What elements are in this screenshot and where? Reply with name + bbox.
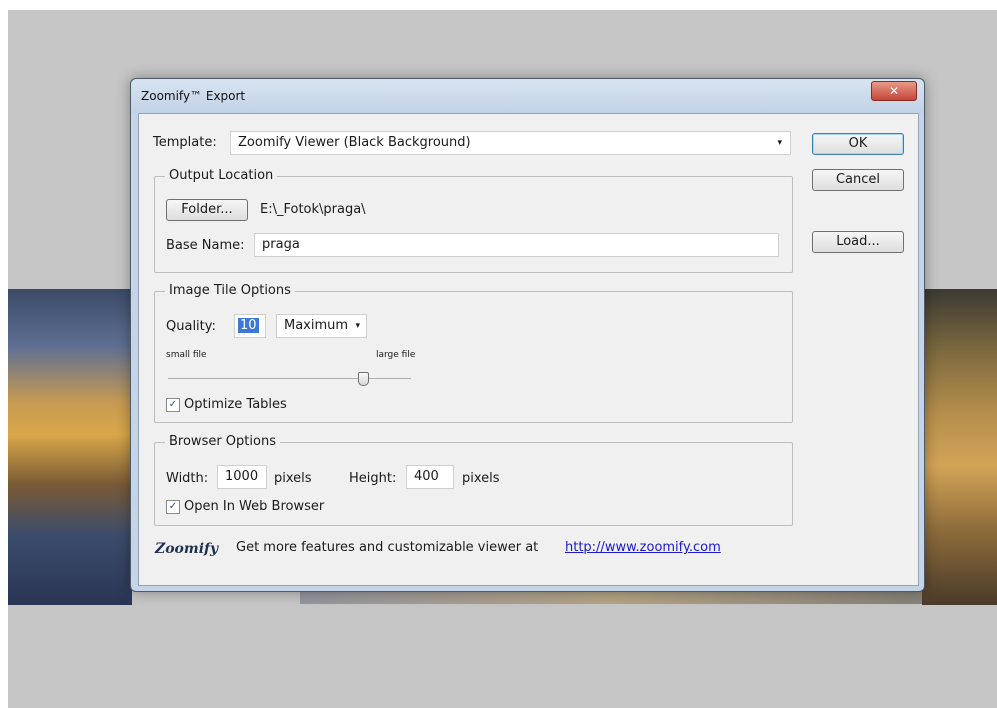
zoomify-export-dialog: Zoomify™ Export ✕ Template: Zoomify View… (130, 78, 925, 592)
quality-slider-track[interactable] (168, 378, 411, 379)
large-file-label: large file (376, 350, 416, 360)
output-location-legend: Output Location (165, 168, 278, 183)
quality-slider-thumb[interactable] (358, 372, 369, 386)
height-label: Height: (349, 471, 397, 486)
width-label: Width: (166, 471, 209, 486)
close-button[interactable]: ✕ (871, 81, 917, 101)
browser-options-group: Browser Options Width: 1000 pixels Heigh… (154, 434, 793, 526)
title-bar[interactable]: Zoomify™ Export ✕ (131, 79, 924, 113)
open-in-browser-label: Open In Web Browser (184, 499, 325, 514)
small-file-label: small file (166, 350, 207, 360)
dialog-title: Zoomify™ Export (141, 89, 246, 103)
optimize-tables-checkbox[interactable]: ✓ (166, 398, 180, 412)
width-unit: pixels (274, 471, 312, 486)
base-name-label: Base Name: (166, 238, 245, 253)
load-button[interactable]: Load... (812, 231, 904, 253)
image-tile-options-legend: Image Tile Options (165, 283, 295, 298)
quality-label: Quality: (166, 319, 216, 334)
quality-input[interactable]: 10 (234, 314, 266, 338)
zoomify-website-link[interactable]: http://www.zoomify.com (565, 540, 721, 555)
close-icon: ✕ (888, 84, 900, 98)
template-value: Zoomify Viewer (Black Background) (238, 135, 471, 150)
footer-text: Get more features and customizable viewe… (236, 540, 539, 555)
template-select[interactable]: Zoomify Viewer (Black Background) ▾ (230, 131, 791, 155)
height-input[interactable]: 400 (406, 465, 454, 489)
chevron-down-icon: ▾ (777, 138, 782, 148)
height-unit: pixels (462, 471, 500, 486)
ok-button[interactable]: OK (812, 133, 904, 155)
quality-preset-value: Maximum (284, 318, 349, 333)
quality-value: 10 (238, 318, 259, 333)
zoomify-logo: Zoomify (155, 541, 219, 557)
browser-options-legend: Browser Options (165, 434, 280, 449)
quality-preset-select[interactable]: Maximum ▾ (276, 314, 367, 338)
background-photo-left (8, 289, 132, 605)
cancel-button[interactable]: Cancel (812, 169, 904, 191)
folder-button[interactable]: Folder... (166, 199, 248, 221)
open-in-browser-checkbox[interactable]: ✓ (166, 500, 180, 514)
dialog-body: Template: Zoomify Viewer (Black Backgrou… (138, 113, 919, 586)
base-name-input[interactable]: praga (254, 233, 779, 257)
width-input[interactable]: 1000 (217, 465, 267, 489)
image-tile-options-group: Image Tile Options Quality: 10 Maximum ▾… (154, 283, 793, 423)
folder-path: E:\_Fotok\praga\ (260, 202, 366, 217)
optimize-tables-label: Optimize Tables (184, 397, 287, 412)
background-photo-bottom (300, 590, 922, 604)
chevron-down-icon: ▾ (355, 321, 360, 331)
background-photo-right (922, 289, 997, 605)
template-label: Template: (153, 135, 217, 150)
output-location-group: Output Location Folder... E:\_Fotok\prag… (154, 168, 793, 273)
